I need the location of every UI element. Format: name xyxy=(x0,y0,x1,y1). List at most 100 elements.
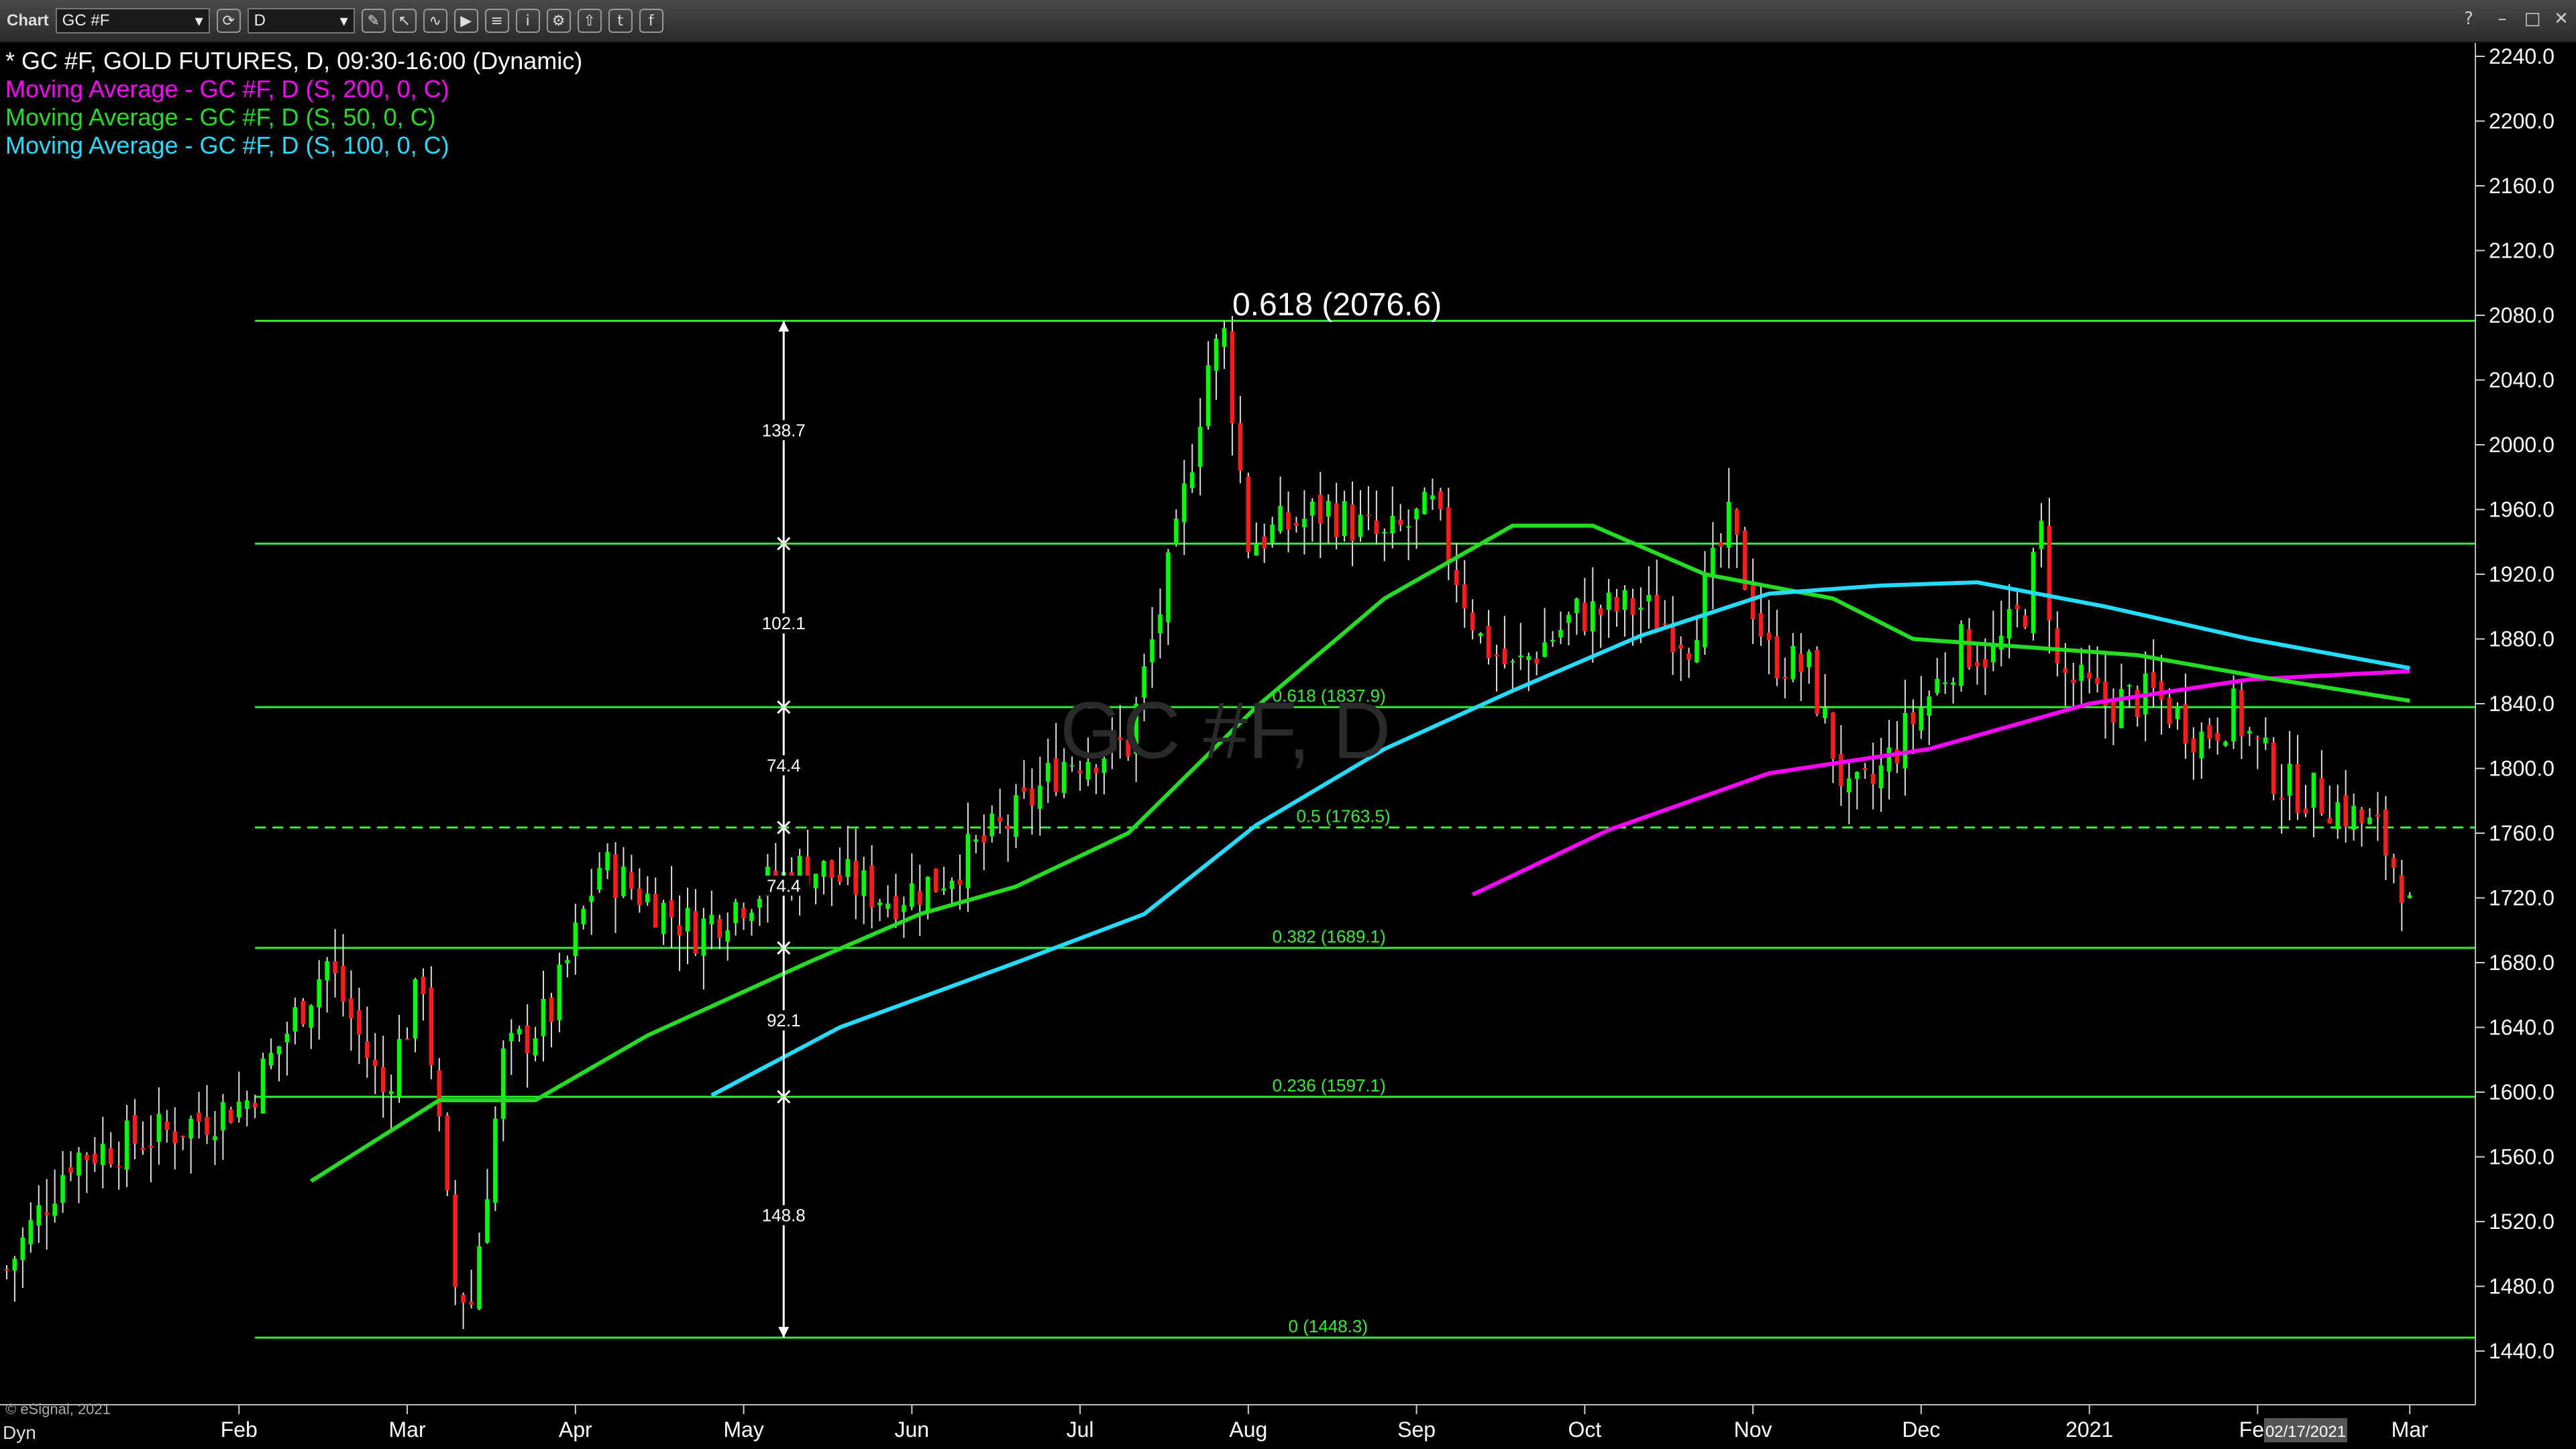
candle-up xyxy=(1919,707,1924,731)
candle-down xyxy=(1230,331,1235,424)
candle-up xyxy=(1254,543,1259,556)
chevron-down-icon[interactable]: ▾ xyxy=(195,11,203,31)
candle-up xyxy=(965,834,971,889)
candle-down xyxy=(132,1115,138,1144)
candle-down xyxy=(869,865,874,908)
candle-up xyxy=(28,1220,34,1244)
candle-down xyxy=(1686,653,1691,660)
facebook-icon[interactable]: f xyxy=(639,9,663,33)
candle-up xyxy=(1574,598,1579,614)
candle-down xyxy=(525,1025,530,1054)
price-tick-label: 1760.0 xyxy=(2489,821,2555,845)
candle-down xyxy=(1654,594,1660,631)
price-tick-label: 1960.0 xyxy=(2489,498,2555,522)
close-icon[interactable]: ✕ xyxy=(2548,5,2575,32)
price-tick-label: 2080.0 xyxy=(2489,303,2555,327)
minimize-icon[interactable]: – xyxy=(2489,5,2516,32)
candle-down xyxy=(1911,712,1916,725)
play-icon[interactable]: ▶ xyxy=(453,9,478,33)
candle-down xyxy=(1750,585,1756,620)
candle-up xyxy=(1959,624,1964,686)
candle-up xyxy=(2351,806,2356,830)
candle-down xyxy=(1446,507,1451,564)
price-tick-label: 1640.0 xyxy=(2489,1016,2555,1040)
candle-down xyxy=(2215,733,2220,741)
candle-down xyxy=(2047,526,2052,621)
candle-down xyxy=(637,888,642,906)
candle-down xyxy=(2159,681,2164,700)
fib-icon[interactable]: ≡ xyxy=(484,9,509,33)
pencil-icon[interactable]: ✎ xyxy=(361,9,386,33)
twitter-icon[interactable]: t xyxy=(608,9,633,33)
candle-up xyxy=(1886,747,1892,772)
time-tick-label: Jul xyxy=(1067,1417,1094,1442)
candle-up xyxy=(1902,712,1908,769)
candle-down xyxy=(1462,584,1467,608)
maximize-icon[interactable]: □ xyxy=(2519,5,2546,32)
price-tick-label: 1600.0 xyxy=(2489,1080,2555,1104)
candle-up xyxy=(1711,547,1715,578)
candle-down xyxy=(2319,777,2324,814)
candle-down xyxy=(2191,738,2196,753)
candle-down xyxy=(1815,649,1819,714)
candle-down xyxy=(301,1001,306,1025)
candle-up xyxy=(581,908,586,925)
candle-down xyxy=(741,908,746,918)
fib-level-label: 0.382 (1689.1) xyxy=(1273,926,1386,947)
candle-down xyxy=(1662,623,1668,625)
legend-ma50: Moving Average - GC #F, D (S, 50, 0, C) xyxy=(5,103,436,131)
candle-up xyxy=(76,1152,81,1176)
candle-up xyxy=(989,813,995,837)
info-icon[interactable]: i xyxy=(515,9,540,33)
interval-input[interactable]: D ▾ xyxy=(247,8,355,34)
candle-up xyxy=(1518,655,1523,658)
candle-down xyxy=(1053,758,1059,792)
candle-up xyxy=(477,1246,482,1309)
symbol-input[interactable]: GC #F ▾ xyxy=(55,8,210,34)
candle-up xyxy=(1542,642,1547,657)
candle-down xyxy=(1975,661,1980,667)
candle-up xyxy=(1278,506,1283,531)
candle-down xyxy=(1398,519,1403,525)
footer-mode[interactable]: Dyn xyxy=(3,1422,36,1444)
candle-up xyxy=(2247,731,2252,734)
candle-up xyxy=(1943,682,1947,684)
candle-up xyxy=(1382,531,1387,534)
legend-title: * GC #F, GOLD FUTURES, D, 09:30-16:00 (D… xyxy=(5,47,583,74)
candle-up xyxy=(733,902,738,923)
chevron-down-icon[interactable]: ▾ xyxy=(340,11,348,31)
cursor-icon[interactable]: ↖ xyxy=(392,9,417,33)
help-icon[interactable]: ? xyxy=(2455,5,2482,32)
candle-down xyxy=(1246,476,1251,552)
share-icon[interactable]: ⇧ xyxy=(577,9,602,33)
candle-up xyxy=(1935,678,1940,694)
candle-down xyxy=(894,896,898,920)
link-icon[interactable]: ⟳ xyxy=(216,9,241,33)
candle-up xyxy=(1174,519,1179,545)
candle-up xyxy=(2199,731,2204,759)
candle-up xyxy=(1310,501,1315,516)
candle-up xyxy=(413,979,418,1039)
candle-down xyxy=(2087,672,2092,679)
candle-up xyxy=(2335,802,2341,830)
candle-up xyxy=(2287,763,2292,796)
candle-down xyxy=(2167,697,2172,724)
candle-down xyxy=(1598,608,1603,615)
candle-down xyxy=(981,835,987,843)
candle-up xyxy=(1222,328,1227,347)
candle-down xyxy=(1782,677,1788,679)
settings-icon[interactable]: ⚙ xyxy=(546,9,571,33)
line-icon[interactable]: ∿ xyxy=(423,9,447,33)
candle-up xyxy=(276,1046,282,1055)
candle-up xyxy=(1158,614,1163,634)
time-tick-label: Mar xyxy=(388,1417,425,1442)
candle-up xyxy=(1558,630,1563,638)
candle-up xyxy=(1046,763,1051,782)
candle-down xyxy=(693,911,698,954)
candle-down xyxy=(2071,679,2076,683)
candle-down xyxy=(421,976,426,995)
candle-down xyxy=(172,1131,178,1144)
candle-up xyxy=(941,888,947,891)
candle-down xyxy=(1438,491,1443,510)
candle-up xyxy=(2223,741,2228,746)
